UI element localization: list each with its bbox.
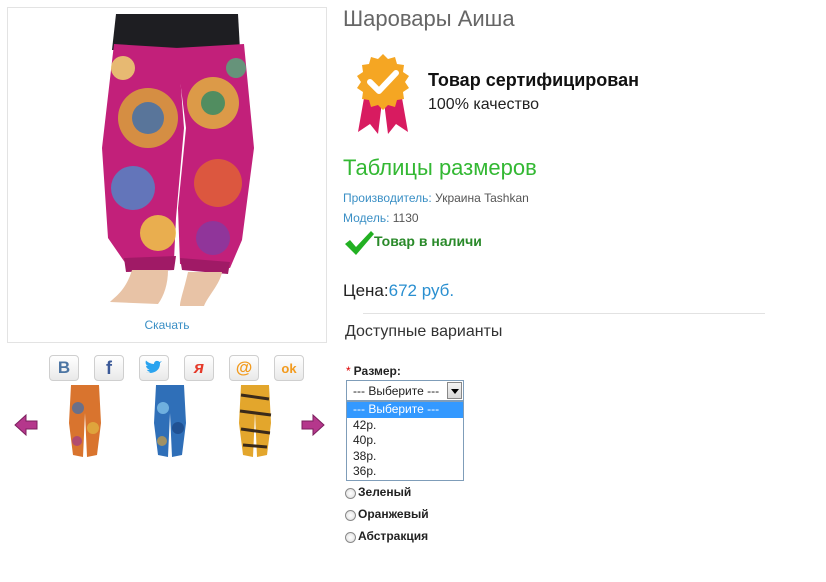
chevron-down-icon[interactable] xyxy=(447,382,462,399)
size-chart-link[interactable]: Таблицы размеров xyxy=(343,155,537,181)
size-option[interactable]: 40р. xyxy=(347,433,463,449)
mail-ru-share-button[interactable]: @ xyxy=(229,355,259,381)
size-select[interactable]: --- Выберите --- xyxy=(346,380,464,401)
thumbnail-1[interactable] xyxy=(63,383,107,461)
size-option[interactable]: --- Выберите --- xyxy=(347,402,463,418)
stock-status: Товар в наличи xyxy=(374,233,482,249)
size-dropdown-list: --- Выберите --- 42р. 40р. 38р. 36р. xyxy=(346,401,464,481)
certificate-subtitle: 100% качество xyxy=(428,96,540,113)
product-main-image[interactable]: Скачать xyxy=(7,7,327,343)
thumbnail-2[interactable] xyxy=(148,383,192,461)
radio-button[interactable] xyxy=(345,488,356,499)
odnoklassniki-icon: ok xyxy=(281,360,297,376)
color-option-orange[interactable]: Оранжевый xyxy=(345,506,429,521)
model-value: 1130 xyxy=(392,211,419,225)
price-value: 672 руб. xyxy=(388,281,455,300)
certificate-badge-icon xyxy=(357,54,409,134)
vkontakte-share-button[interactable]: В xyxy=(49,355,79,381)
size-option[interactable]: 38р. xyxy=(347,449,463,465)
download-link[interactable]: Скачать xyxy=(8,318,326,332)
color-option-green[interactable]: Зеленый xyxy=(345,484,411,499)
size-option[interactable]: 36р. xyxy=(347,464,463,480)
carousel-prev-arrow-icon[interactable] xyxy=(13,412,39,438)
product-title: Шаровары Аиша xyxy=(343,6,515,31)
moikrug-share-button[interactable]: я xyxy=(184,355,214,381)
price-label: Цена: xyxy=(343,281,389,300)
moikrug-icon: я xyxy=(193,358,204,377)
manufacturer-value: Украина Tashkan xyxy=(435,191,529,205)
model-row: Модель: 1130 xyxy=(343,211,419,225)
manufacturer-label[interactable]: Производитель: xyxy=(343,191,432,205)
color-option-label: Абстракция xyxy=(358,528,429,543)
required-mark: * xyxy=(346,364,351,378)
product-photo xyxy=(102,14,254,306)
divider xyxy=(363,313,765,314)
thumbnail-3[interactable] xyxy=(233,383,277,461)
mail-ru-icon: @ xyxy=(235,358,253,377)
carousel-next-arrow-icon[interactable] xyxy=(300,412,326,438)
size-select-value: --- Выберите --- xyxy=(353,384,440,398)
options-title: Доступные варианты xyxy=(345,323,503,340)
size-option[interactable]: 42р. xyxy=(347,418,463,434)
size-label: Размер: xyxy=(353,364,401,378)
size-label-row: * Размер: xyxy=(346,364,401,378)
twitter-icon xyxy=(145,360,162,373)
radio-button[interactable] xyxy=(345,532,356,543)
odnoklassniki-share-button[interactable]: ok xyxy=(274,355,304,381)
facebook-share-button[interactable]: f xyxy=(94,355,124,381)
certificate-title: Товар сертифицирован xyxy=(428,70,639,90)
model-label: Модель: xyxy=(343,211,390,225)
vkontakte-icon: В xyxy=(57,358,71,377)
in-stock-check-icon xyxy=(345,231,374,255)
color-option-label: Зеленый xyxy=(358,484,412,499)
twitter-share-button[interactable] xyxy=(139,355,169,381)
manufacturer-row: Производитель: Украина Tashkan xyxy=(343,191,529,205)
color-option-label: Оранжевый xyxy=(358,506,429,521)
radio-button[interactable] xyxy=(345,510,356,521)
facebook-icon: f xyxy=(106,357,112,378)
color-option-abstract[interactable]: Абстракция xyxy=(345,528,428,543)
price-row: Цена:672 руб. xyxy=(343,281,454,301)
